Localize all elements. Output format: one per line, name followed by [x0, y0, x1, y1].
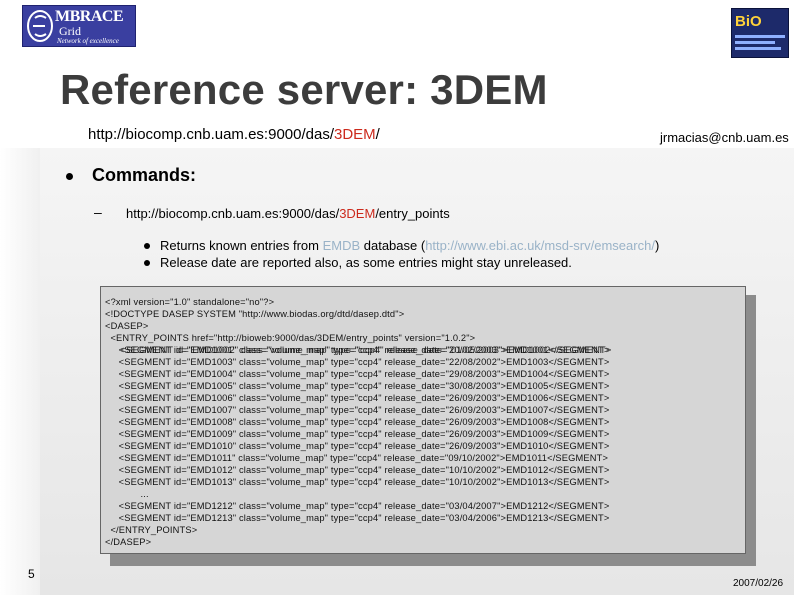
xml-line: <SEGMENT id="EMD1012" class="volume_map"… — [105, 465, 610, 475]
xml-line: <DASEP> — [105, 321, 149, 331]
xml-line: <SEGMENT id="EMD1003" class="volume_map"… — [105, 357, 610, 367]
server-url-prefix: http://biocomp.cnb.uam.es:9000/das/ — [88, 126, 334, 143]
logo-subtitle: Network of excellence — [57, 37, 119, 45]
xml-line: <SEGMENT id="EMD1010" class="volume_map"… — [105, 441, 610, 451]
emdb-label: EMDB — [322, 238, 361, 253]
closing-paren: ) — [654, 238, 660, 253]
embrace-grid-logo: MBRACE Grid Network of excellence — [22, 5, 136, 47]
xml-line: <SEGMENT id="EMD1006" class="volume_map"… — [105, 393, 610, 403]
xml-line: <SEGMENT id="EMD1212" class="volume_map"… — [105, 501, 610, 511]
xml-ellipsis: ... — [105, 489, 149, 499]
xml-line: <SEGMENT id="EMD1008" class="volume_map"… — [105, 417, 610, 427]
bullet-dot — [144, 243, 150, 249]
entry-points-url-suffix: /entry_points — [375, 206, 450, 221]
entry-points-url-prefix: http://biocomp.cnb.uam.es:9000/das/ — [126, 206, 340, 221]
xml-line: <SEGMENT id="EMD1011" class="volume_map"… — [105, 453, 609, 463]
entry-points-url-highlight: 3DEM — [339, 206, 376, 221]
xml-line: <SEGMENT id="EMD1004" class="volume_map"… — [105, 369, 610, 379]
xml-line: <SEGMENT id="EMD1009" class="volume_map"… — [105, 429, 610, 439]
bullet-dot — [144, 260, 150, 266]
returns-entries-line: Returns known entries from EMDB database… — [160, 238, 659, 253]
entry-points-url[interactable]: http://biocomp.cnb.uam.es:9000/das/3DEM/… — [126, 206, 450, 221]
logo-stripe — [735, 41, 775, 44]
xml-line: <SEGMENT id="EMD1013" class="volume_map"… — [105, 477, 610, 487]
page-number: 5 — [28, 567, 35, 581]
e-emblem-icon — [27, 10, 53, 42]
returns-entries-text: Returns known entries from — [160, 238, 323, 253]
xml-line: <SEGMENT id="EMD1007" class="volume_map"… — [105, 405, 610, 415]
xml-line: <SEGMENT id="EMD1005" class="volume_map"… — [105, 381, 610, 391]
emsearch-link[interactable]: http://www.ebi.ac.uk/msd-srv/emsearch/ — [425, 238, 655, 253]
sub-bullet-dash: – — [94, 204, 102, 220]
bio-logo-text: BiO — [735, 13, 762, 30]
xml-line: <SEGMENT id="EMD1213" class="volume_map"… — [105, 513, 610, 523]
server-url[interactable]: http://biocomp.cnb.uam.es:9000/das/3DEM/ — [88, 126, 380, 143]
bio-logo: BiO — [731, 8, 789, 58]
commands-heading: Commands: — [92, 165, 197, 185]
logo-stripe — [735, 35, 785, 38]
release-date-line: Release date are reported also, as some … — [160, 255, 572, 270]
slide-date: 2007/02/26 — [733, 578, 784, 589]
xml-line: <ENTRY_POINTS href="http://bioweb:9000/d… — [105, 333, 476, 343]
logo-stripe — [735, 47, 781, 50]
left-margin — [0, 148, 40, 595]
server-url-suffix: / — [375, 126, 380, 143]
author-email[interactable]: jrmacias@cnb.uam.es — [660, 130, 789, 145]
bullet-dot — [66, 173, 73, 180]
server-url-highlight: 3DEM — [333, 126, 376, 143]
slide-title: Reference server: 3DEM — [60, 66, 548, 113]
database-text: database ( — [360, 238, 426, 253]
xml-line: <?xml version="1.0" standalone="no"?> — [105, 297, 275, 307]
xml-line: <!DOCTYPE DASEP SYSTEM "http://www.bioda… — [105, 309, 405, 319]
xml-line: </ENTRY_POINTS> — [105, 525, 198, 535]
xml-line-overlap: <SEGMENT id="EMD1002" class="volume_map"… — [107, 345, 612, 355]
xml-response-box: <?xml version="1.0" standalone="no"?> <!… — [100, 286, 746, 554]
xml-line: </DASEP> — [105, 537, 152, 547]
